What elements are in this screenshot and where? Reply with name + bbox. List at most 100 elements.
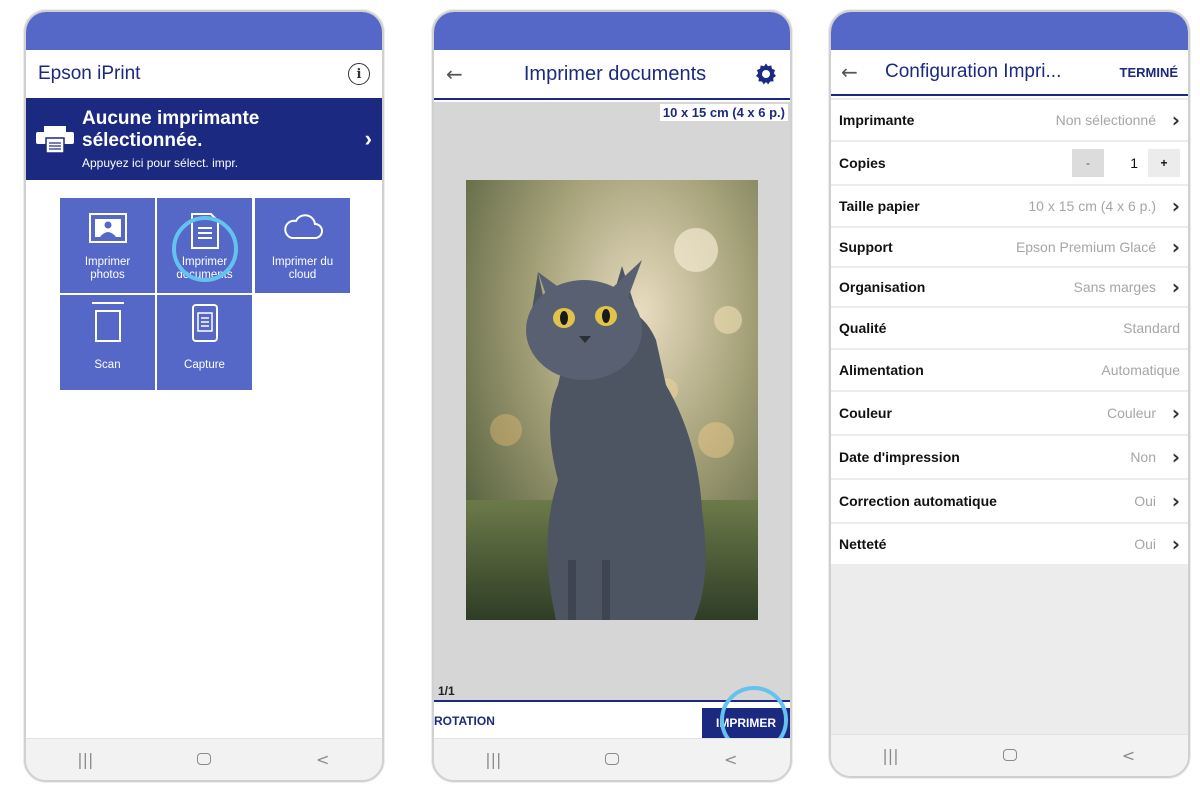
chevron-right-icon: › [1171,194,1180,218]
decrement-button[interactable]: - [1072,149,1104,177]
status-bar [831,12,1188,50]
setting-row-paper-size[interactable]: Taille papier 10 x 15 cm (4 x 6 p.) › [831,186,1188,226]
setting-row-media[interactable]: Support Epson Premium Glacé › [831,228,1188,266]
recents-icon[interactable]: ||| [463,750,523,769]
setting-label: Organisation [839,279,926,295]
home-icon[interactable] [174,750,234,769]
status-bar [26,12,382,50]
banner-subtitle: Appuyez ici pour sélect. impr. [82,156,239,170]
setting-value: Couleur [1106,405,1156,421]
paper-size-label: 10 x 15 cm (4 x 6 p.) [659,104,788,121]
setting-value: Standard [1123,320,1180,336]
arrow-left-icon[interactable]: ← [446,62,476,86]
tile-label: Scan [94,359,121,371]
tile-print-cloud[interactable]: Imprimer du cloud [255,198,350,293]
setting-label: Couleur [839,405,892,421]
printer-select-banner[interactable]: Aucune imprimante sélectionnée. Appuyez … [26,98,382,180]
highlight-circle [172,216,238,282]
scanner-icon [91,302,124,342]
banner-title-line1: Aucune imprimante [82,108,260,129]
done-button[interactable]: TERMINÉ [1112,65,1179,80]
arrow-left-icon[interactable]: ← [841,60,871,84]
android-nav-bar: ||| < [831,734,1188,776]
setting-value: Non sélectionné [1055,112,1156,128]
back-icon[interactable]: < [293,750,353,769]
tile-label: Imprimer [84,256,131,268]
rotation-button[interactable]: ROTATION [434,714,495,728]
increment-button[interactable]: + [1148,149,1180,177]
app-header: ← Configuration Impri... TERMINÉ [831,50,1188,96]
copies-stepper: - 1 + [1072,149,1180,177]
recents-icon[interactable]: ||| [861,746,921,765]
setting-label: Imprimante [839,112,915,128]
tile-label: Capture [184,359,225,371]
android-nav-bar: ||| < [434,738,790,780]
chevron-right-icon: › [364,126,372,151]
setting-label: Qualité [839,320,887,336]
capture-icon [191,304,218,342]
app-header: Epson iPrint i [26,50,382,98]
setting-value: Sans marges [1073,279,1156,295]
setting-label: Support [839,239,893,255]
chevron-right-icon: › [1171,401,1180,425]
tile-label: Imprimer du [271,256,334,268]
setting-value: Oui [1134,493,1156,509]
setting-row-copies: Copies - 1 + [831,142,1188,184]
printer-icon [36,126,74,154]
setting-label: Copies [839,155,886,171]
info-icon[interactable]: i [348,63,370,85]
copies-value: 1 [1130,155,1138,171]
setting-value: Automatique [1101,362,1180,378]
print-preview-area: 10 x 15 cm (4 x 6 p.) 1/1 [434,102,790,700]
setting-row-auto-correction[interactable]: Correction automatique Oui › [831,480,1188,522]
chevron-right-icon: › [1171,489,1180,513]
setting-label: Correction automatique [839,493,997,509]
chevron-right-icon: › [1171,108,1180,132]
chevron-right-icon: › [1171,532,1180,556]
cloud-icon [283,214,323,239]
phone-print-settings: ← Configuration Impri... TERMINÉ Imprima… [829,10,1190,778]
home-icon[interactable] [582,750,642,769]
setting-row-color[interactable]: Couleur Couleur › [831,392,1188,434]
phone-print-preview: ← Imprimer documents 10 x 15 cm (4 x 6 p… [432,10,792,782]
phone-home-screen: Epson iPrint i Aucune imprimante sélecti… [24,10,384,782]
tile-print-photos[interactable]: Imprimer photos [60,198,155,293]
chevron-right-icon: › [1171,275,1180,299]
cat-photo-preview [466,180,758,620]
tile-label: cloud [288,269,317,281]
back-icon[interactable]: < [1099,746,1159,765]
android-nav-bar: ||| < [26,738,382,780]
tile-capture[interactable]: Capture [157,295,252,390]
settings-list: Imprimante Non sélectionné › Copies - 1 … [831,98,1188,734]
setting-label: Taille papier [839,198,920,214]
banner-title-line2: sélectionnée. [82,130,203,151]
setting-label: Date d'impression [839,449,960,465]
setting-row-sharpness[interactable]: Netteté Oui › [831,524,1188,564]
setting-row-quality: Qualité Standard [831,308,1188,348]
app-header: ← Imprimer documents [434,50,790,100]
tile-scan[interactable]: Scan [60,295,155,390]
page-counter: 1/1 [438,684,455,698]
screen-title: Configuration Impri... [885,61,1062,82]
gear-icon[interactable] [754,62,778,86]
chevron-right-icon: › [1171,235,1180,259]
setting-label: Netteté [839,536,887,552]
screen-title: Imprimer documents [523,62,707,85]
status-bar [434,12,790,50]
back-icon[interactable]: < [701,750,761,769]
setting-row-paper-source: Alimentation Automatique [831,350,1188,390]
setting-row-layout[interactable]: Organisation Sans marges › [831,268,1188,306]
tile-label: photos [90,269,125,281]
setting-value: Non [1130,449,1156,465]
chevron-right-icon: › [1171,445,1180,469]
setting-label: Alimentation [839,362,924,378]
setting-row-print-date[interactable]: Date d'impression Non › [831,436,1188,478]
setting-value: Oui [1134,536,1156,552]
photo-icon [88,213,127,243]
recents-icon[interactable]: ||| [55,750,115,769]
setting-value: Epson Premium Glacé [1015,239,1156,255]
app-title: Epson iPrint [38,63,141,84]
home-icon[interactable] [980,746,1040,765]
setting-row-printer[interactable]: Imprimante Non sélectionné › [831,100,1188,140]
setting-value: 10 x 15 cm (4 x 6 p.) [1028,198,1156,214]
